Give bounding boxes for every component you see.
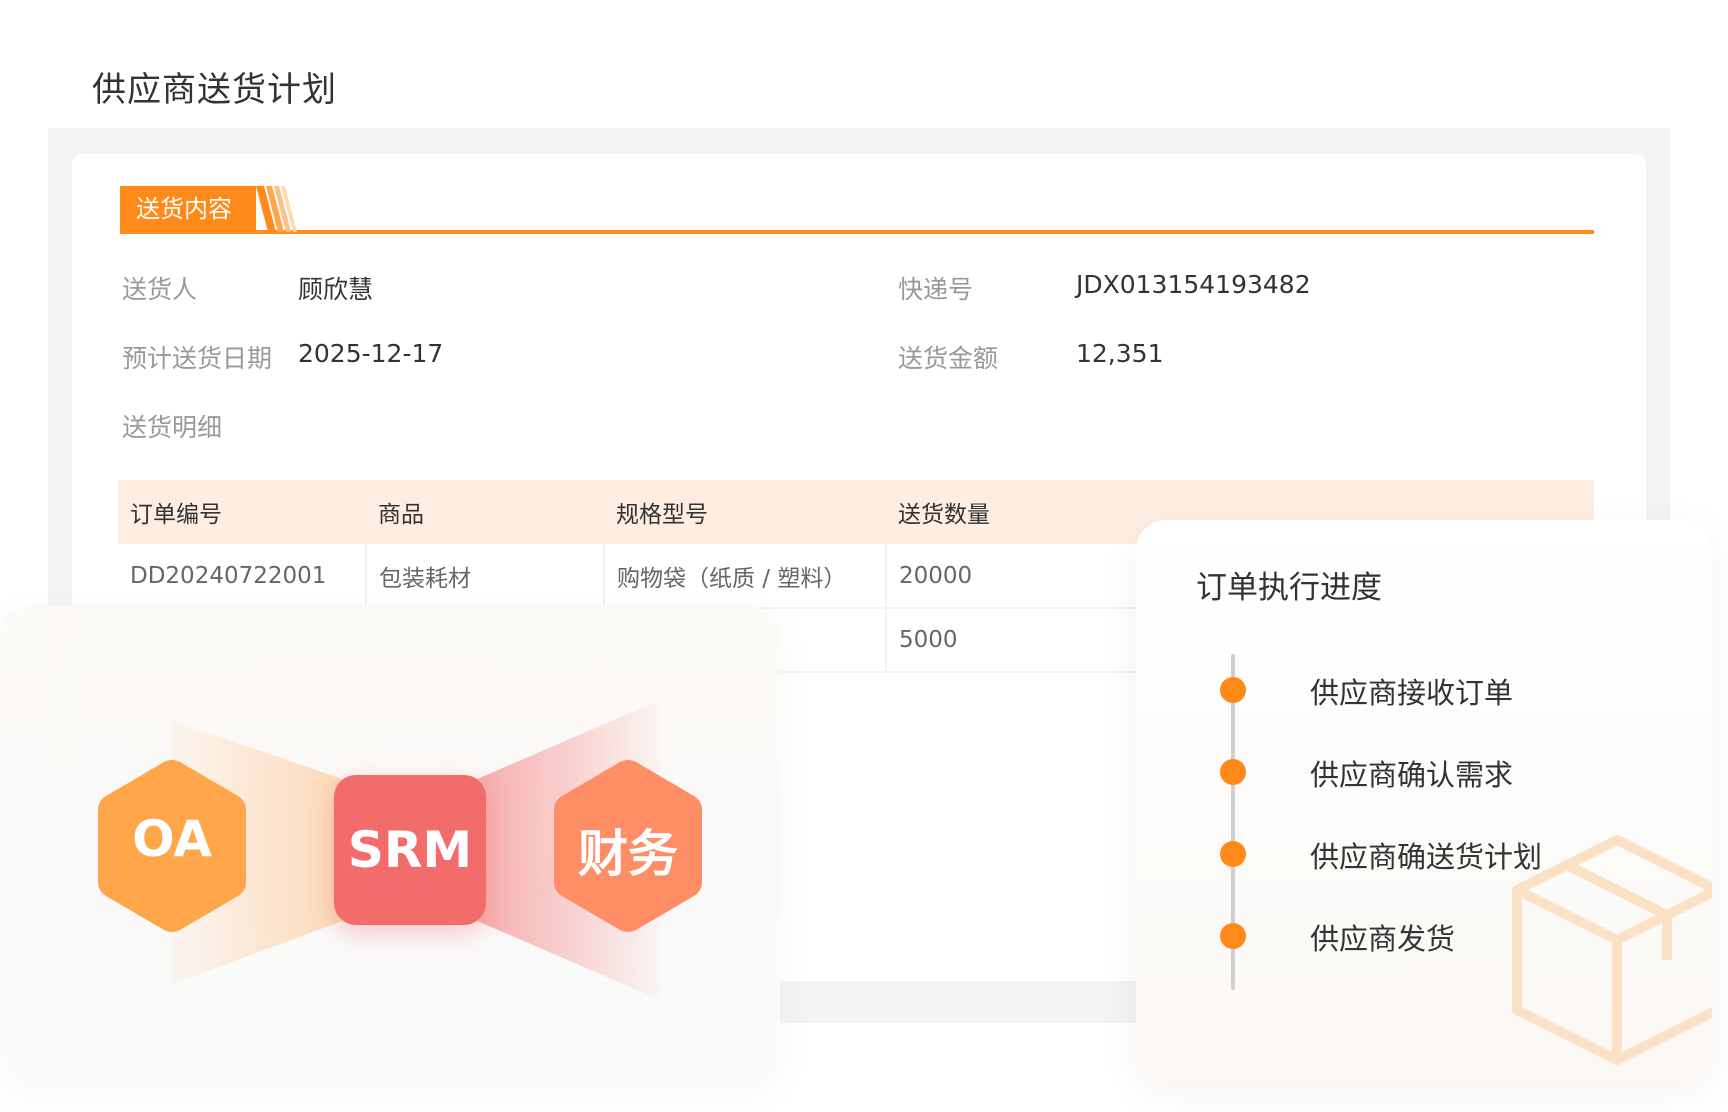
step-label: 供应商确认需求 [1310, 758, 1514, 792]
timeline-dot-icon [1220, 923, 1246, 949]
timeline-dot-icon [1220, 677, 1246, 703]
timeline-dot-icon [1220, 841, 1246, 867]
integration-connectors [170, 700, 660, 1000]
oa-label: OA [132, 810, 212, 868]
finance-label: 财务 [578, 825, 678, 883]
step-label: 供应商发货 [1310, 922, 1456, 956]
amount-value: 12,351 [1076, 339, 1164, 368]
srm-box: SRM [334, 775, 486, 925]
package-icon [1512, 835, 1712, 1065]
tracking-label: 快递号 [898, 275, 974, 304]
progress-panel: 订单执行进度 供应商接收订单 供应商确认需求 供应商确送货计划 供应商发货 [1136, 520, 1712, 1085]
amount-label: 送货金额 [898, 344, 999, 373]
step-label: 供应商接收订单 [1310, 676, 1514, 710]
progress-title: 订单执行进度 [1196, 570, 1382, 606]
timeline-dot-icon [1220, 759, 1246, 785]
tracking-value: JDX013154193482 [1076, 270, 1311, 299]
